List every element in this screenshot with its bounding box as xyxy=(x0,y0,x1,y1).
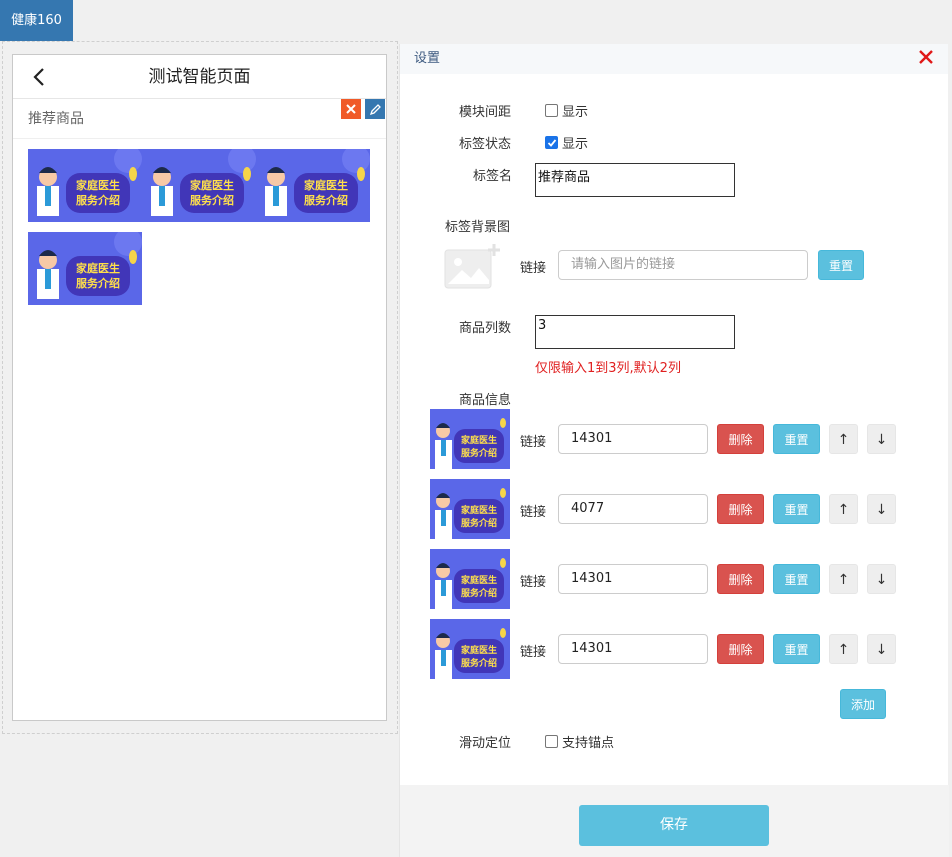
edit-icon[interactable] xyxy=(365,99,385,119)
tag-status-checkbox[interactable]: 显示 xyxy=(545,133,588,152)
move-down-button[interactable]: ↓ xyxy=(867,634,896,664)
banner-text: 服务介绍 xyxy=(304,193,348,207)
delete-button[interactable]: 删除 xyxy=(717,424,764,454)
tag-bg-link-label-row: 链接 xyxy=(520,257,546,276)
tag-status-row: 标签状态 xyxy=(459,133,511,152)
product-link-label-row: 链接 xyxy=(520,431,546,450)
save-button[interactable]: 保存 xyxy=(579,805,769,846)
module-spacing-label: 模块间距 xyxy=(459,105,512,120)
delete-button[interactable]: 删除 xyxy=(717,634,764,664)
module-spacing-option: 显示 xyxy=(562,105,589,120)
product-link-input[interactable]: 14301 xyxy=(558,424,708,454)
banner-text: 服务介绍 xyxy=(461,447,497,459)
close-icon[interactable] xyxy=(341,99,361,119)
product-link-label-row: 链接 xyxy=(520,501,546,520)
product-thumb[interactable]: 家庭医生 服务介绍 xyxy=(28,149,142,222)
banner-text: 家庭医生 xyxy=(461,434,497,446)
banner-text: 服务介绍 xyxy=(76,193,120,207)
product-thumb[interactable]: 家庭医生 服务介绍 xyxy=(256,149,370,222)
columns-hint: 仅限输入1到3列,默认2列 xyxy=(535,361,681,376)
move-down-button[interactable]: ↓ xyxy=(867,494,896,524)
anchor-checkbox[interactable]: 支持锚点 xyxy=(545,732,614,751)
banner-text: 家庭医生 xyxy=(461,504,497,516)
tag-name-field[interactable]: 推荐商品 xyxy=(535,163,735,197)
banner-text: 家庭医生 xyxy=(461,644,497,656)
tag-status-option: 显示 xyxy=(562,137,589,152)
scroll-label: 滑动定位 xyxy=(459,736,512,751)
settings-panel: 设置 模块间距 显示 标签状态 显示 标签名 推荐商品 标签背景图 链接 请输入… xyxy=(399,44,949,857)
products-label: 商品信息 xyxy=(459,393,512,408)
module-label: 推荐商品 xyxy=(13,99,386,139)
tag-bg-link-label: 链接 xyxy=(520,261,547,276)
product-image: 家庭医生 服务介绍 xyxy=(430,479,510,539)
phone-preview: 测试智能页面 推荐商品 家庭医生 服务介绍 家庭医生 服务介绍 家庭医生 服务介… xyxy=(12,54,387,721)
add-product-button[interactable]: 添加 xyxy=(840,689,886,719)
anchor-option: 支持锚点 xyxy=(562,736,615,751)
recommend-module[interactable]: 推荐商品 家庭医生 服务介绍 家庭医生 服务介绍 家庭医生 服务介绍 家庭医生 … xyxy=(13,99,386,325)
product-link-label: 链接 xyxy=(520,435,547,450)
banner-text: 服务介绍 xyxy=(461,657,497,669)
panel-footer: 保存 xyxy=(400,785,949,857)
product-link-input[interactable]: 14301 xyxy=(558,634,708,664)
move-down-button[interactable]: ↓ xyxy=(867,564,896,594)
move-up-button[interactable]: ↑ xyxy=(829,424,858,454)
product-image: 家庭医生 服务介绍 xyxy=(430,619,510,679)
move-up-button[interactable]: ↑ xyxy=(829,564,858,594)
product-thumb[interactable]: 家庭医生 服务介绍 xyxy=(142,149,256,222)
product-image: 家庭医生 服务介绍 xyxy=(430,409,510,469)
reset-button[interactable]: 重置 xyxy=(773,494,820,524)
checkbox-icon[interactable] xyxy=(545,104,558,117)
module-spacing-row: 模块间距 xyxy=(459,101,511,120)
product-link-label-row: 链接 xyxy=(520,641,546,660)
reset-button[interactable]: 重置 xyxy=(773,634,820,664)
checkbox-icon[interactable] xyxy=(545,735,558,748)
banner-text: 家庭医生 xyxy=(461,574,497,586)
move-up-button[interactable]: ↑ xyxy=(829,634,858,664)
close-icon[interactable] xyxy=(918,49,934,65)
move-up-button[interactable]: ↑ xyxy=(829,494,858,524)
panel-title: 设置 xyxy=(400,44,948,74)
tag-bg-row: 标签背景图 xyxy=(445,216,510,235)
page-title: 测试智能页面 xyxy=(148,67,251,87)
tag-status-label: 标签状态 xyxy=(459,137,512,152)
columns-label: 商品列数 xyxy=(459,321,512,336)
phone-header: 测试智能页面 xyxy=(13,55,386,99)
module-spacing-checkbox[interactable]: 显示 xyxy=(545,101,588,120)
product-link-label: 链接 xyxy=(520,645,547,660)
tag-bg-label: 标签背景图 xyxy=(445,220,511,235)
reset-button[interactable]: 重置 xyxy=(773,564,820,594)
move-down-button[interactable]: ↓ xyxy=(867,424,896,454)
banner-text: 家庭医生 xyxy=(76,178,120,192)
tag-bg-link-input[interactable]: 请输入图片的链接 xyxy=(558,250,808,280)
product-link-label: 链接 xyxy=(520,505,547,520)
brand-tab[interactable]: 健康160 xyxy=(0,0,73,41)
banner-text: 服务介绍 xyxy=(76,276,120,290)
banner-text: 服务介绍 xyxy=(461,517,497,529)
product-image: 家庭医生 服务介绍 xyxy=(430,549,510,609)
reset-button[interactable]: 重置 xyxy=(773,424,820,454)
checkbox-checked-icon[interactable] xyxy=(545,136,558,149)
banner-text: 服务介绍 xyxy=(461,587,497,599)
product-link-label: 链接 xyxy=(520,575,547,590)
delete-button[interactable]: 删除 xyxy=(717,494,764,524)
product-link-input[interactable]: 14301 xyxy=(558,564,708,594)
product-link-label-row: 链接 xyxy=(520,571,546,590)
tag-name-row: 标签名 xyxy=(473,165,512,184)
columns-row: 商品列数 xyxy=(459,317,511,336)
product-thumb[interactable]: 家庭医生 服务介绍 xyxy=(28,232,142,305)
banner-text: 家庭医生 xyxy=(76,261,120,275)
banner-text: 家庭医生 xyxy=(304,178,348,192)
delete-button[interactable]: 删除 xyxy=(717,564,764,594)
products-row: 商品信息 xyxy=(459,389,511,408)
image-placeholder-icon[interactable] xyxy=(444,242,502,290)
columns-field[interactable]: 3 xyxy=(535,315,735,349)
back-icon[interactable] xyxy=(31,67,49,87)
banner-text: 家庭医生 xyxy=(190,178,234,192)
product-link-input[interactable]: 4077 xyxy=(558,494,708,524)
scroll-row: 滑动定位 xyxy=(459,732,511,751)
banner-text: 服务介绍 xyxy=(190,193,234,207)
product-grid: 家庭医生 服务介绍 家庭医生 服务介绍 家庭医生 服务介绍 家庭医生 服务介绍 xyxy=(13,139,386,325)
tag-name-label: 标签名 xyxy=(473,169,513,184)
tag-bg-reset-button[interactable]: 重置 xyxy=(818,250,864,280)
